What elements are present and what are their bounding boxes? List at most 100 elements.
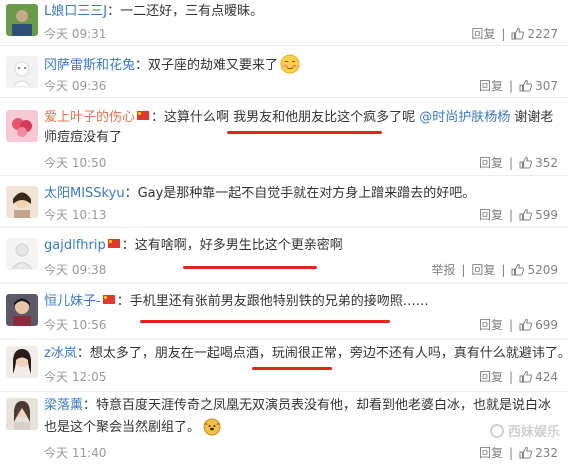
avatar[interactable] bbox=[6, 4, 38, 36]
avatar[interactable] bbox=[6, 238, 38, 270]
timestamp: 今天 10:56 bbox=[44, 318, 107, 332]
reply-button[interactable]: 回复 bbox=[471, 263, 495, 277]
reply-button[interactable]: 回复 bbox=[479, 318, 503, 332]
username-link[interactable]: 梁落薰 bbox=[44, 398, 83, 413]
china-flag-icon bbox=[137, 111, 150, 120]
comment-text: gajdlfhrip ：这有啥啊，好多男生比这个更亲密啊 bbox=[44, 236, 558, 256]
thumbs-up-icon bbox=[511, 27, 525, 40]
avatar[interactable] bbox=[6, 398, 38, 430]
comment-meta: 今天 09:36 回复 | 307 bbox=[44, 79, 558, 93]
comment-meta: 今天 10:56 回复 | 699 bbox=[44, 318, 558, 332]
thumbs-up-icon bbox=[519, 156, 533, 169]
watermark-logo-icon bbox=[489, 423, 504, 438]
china-flag-icon bbox=[107, 239, 120, 248]
comment-meta: 今天 12:05 回复 | 424 bbox=[44, 370, 558, 384]
like-count: 352 bbox=[535, 156, 558, 170]
dog-emoji-icon bbox=[202, 416, 222, 436]
report-button[interactable]: 举报 bbox=[431, 263, 455, 277]
thumbs-up-icon bbox=[519, 79, 533, 92]
timestamp: 今天 10:50 bbox=[44, 156, 107, 170]
like-button[interactable]: 232 bbox=[519, 446, 558, 460]
like-count: 5209 bbox=[527, 263, 558, 277]
comment-body: ：这算什么啊 我男友和他朋友比这个疯多了呢 bbox=[151, 110, 420, 125]
comment-item: L娘口三三J：一二还好，三有点暧昧。 今天 09:31 回复 | 2227 bbox=[0, 0, 568, 46]
timestamp: 今天 09:36 bbox=[44, 79, 107, 93]
reply-button[interactable]: 回复 bbox=[479, 156, 503, 170]
timestamp: 今天 12:05 bbox=[44, 370, 107, 384]
china-flag-icon bbox=[102, 295, 115, 304]
comment-meta: 今天 11:40 回复 | 232 bbox=[44, 446, 558, 460]
comment-text: L娘口三三J：一二还好，三有点暧昧。 bbox=[44, 2, 558, 22]
timestamp: 今天 09:38 bbox=[44, 263, 107, 277]
comment-meta: 今天 10:13 回复 | 599 bbox=[44, 208, 558, 222]
like-button[interactable]: 424 bbox=[519, 370, 558, 384]
comment-text: 恒儿妹子- ：手机里还有张前男友跟他特别铁的兄弟的接吻照…… bbox=[44, 292, 558, 312]
comment-meta: 今天 09:31 回复 | 2227 bbox=[44, 27, 558, 41]
reply-button[interactable]: 回复 bbox=[471, 27, 495, 41]
avatar[interactable] bbox=[6, 346, 38, 378]
thumbs-up-icon bbox=[519, 370, 533, 383]
avatar[interactable] bbox=[6, 110, 38, 142]
comment-item: 梁落薰：特意百度天涯传奇之凤凰无双演员表没有他，却看到他老婆白冰，也就是说白冰也… bbox=[0, 392, 568, 466]
thumbs-up-icon bbox=[511, 263, 525, 276]
comment-body: ：这有啥啊，好多男生比这个更亲密啊 bbox=[121, 238, 343, 253]
comment-text: z冰岚：想太多了，朋友在一起喝点酒，玩闹很正常，旁边不还有人吗，真有什么就避讳了… bbox=[44, 344, 568, 364]
username-link[interactable]: gajdlfhrip bbox=[44, 238, 106, 253]
comment-body: ：Gay是那种靠一起不自觉手就在对方身上蹭来蹭去的好吧。 bbox=[124, 186, 476, 201]
username-link[interactable]: 冈萨雷斯和花兔 bbox=[44, 58, 135, 73]
thumbs-up-icon bbox=[519, 446, 533, 459]
comment-body: ：想太多了，朋友在一起喝点酒，玩闹很正常，旁边不还有人吗，真有什么就避讳了。 bbox=[76, 346, 568, 361]
watermark: 西妹娱乐 bbox=[489, 421, 560, 440]
like-count: 2227 bbox=[527, 27, 558, 41]
username-link[interactable]: L娘口三三J bbox=[44, 4, 107, 19]
comment-text: 太阳MISSkyu：Gay是那种靠一起不自觉手就在对方身上蹭来蹭去的好吧。 bbox=[44, 184, 558, 204]
comment-meta: 今天 09:38 举报 | 回复 | 5209 bbox=[44, 263, 558, 277]
mention-link[interactable]: @时尚护肤杨杨 bbox=[419, 110, 510, 125]
like-button[interactable]: 352 bbox=[519, 156, 558, 170]
red-underline-mark bbox=[227, 131, 382, 134]
reply-button[interactable]: 回复 bbox=[479, 79, 503, 93]
like-button[interactable]: 2227 bbox=[511, 27, 558, 41]
avatar[interactable] bbox=[6, 294, 38, 326]
reply-button[interactable]: 回复 bbox=[479, 446, 503, 460]
watermark-text: 西妹娱乐 bbox=[507, 425, 560, 440]
username-link[interactable]: 爱上叶子的伤心 bbox=[44, 110, 135, 125]
reply-button[interactable]: 回复 bbox=[479, 208, 503, 222]
comment-item: 恒儿妹子- ：手机里还有张前男友跟他特别铁的兄弟的接吻照…… 今天 10:56 回… bbox=[0, 284, 568, 340]
timestamp: 今天 11:40 bbox=[44, 446, 107, 460]
avatar[interactable] bbox=[6, 186, 38, 218]
comment-item: 冈萨雷斯和花兔：双子座的劫难又要来了 今天 09:36 回复 | 307 bbox=[0, 46, 568, 98]
username-link[interactable]: 恒儿妹子- bbox=[44, 294, 101, 309]
avatar[interactable] bbox=[6, 56, 38, 88]
username-link[interactable]: 太阳MISSkyu bbox=[44, 186, 125, 201]
blush-emoji-icon bbox=[280, 54, 300, 74]
timestamp: 今天 09:31 bbox=[44, 27, 107, 41]
comment-text: 爱上叶子的伤心 ：这算什么啊 我男友和他朋友比这个疯多了呢 @时尚护肤杨杨 谢谢老… bbox=[44, 108, 554, 148]
comment-item: 太阳MISSkyu：Gay是那种靠一起不自觉手就在对方身上蹭来蹭去的好吧。 今天… bbox=[0, 176, 568, 228]
comment-item: z冰岚：想太多了，朋友在一起喝点酒，玩闹很正常，旁边不还有人吗，真有什么就避讳了… bbox=[0, 340, 568, 392]
thumbs-up-icon bbox=[519, 208, 533, 221]
comment-text: 冈萨雷斯和花兔：双子座的劫难又要来了 bbox=[44, 54, 558, 76]
comment-body: ：手机里还有张前男友跟他特别铁的兄弟的接吻照…… bbox=[116, 294, 429, 309]
comment-item: 爱上叶子的伤心 ：这算什么啊 我男友和他朋友比这个疯多了呢 @时尚护肤杨杨 谢谢老… bbox=[0, 98, 568, 176]
comment-body: ：特意百度天涯传奇之凤凰无双演员表没有他，却看到他老婆白冰，也就是说白冰也是这个… bbox=[44, 398, 552, 435]
comment-body: ：双子座的劫难又要来了 bbox=[135, 58, 279, 73]
reply-button[interactable]: 回复 bbox=[479, 370, 503, 384]
like-button[interactable]: 307 bbox=[519, 79, 558, 93]
like-count: 307 bbox=[535, 79, 558, 93]
like-count: 232 bbox=[535, 446, 558, 460]
like-button[interactable]: 699 bbox=[519, 318, 558, 332]
username-link[interactable]: z冰岚 bbox=[44, 346, 77, 361]
comment-item: gajdlfhrip ：这有啥啊，好多男生比这个更亲密啊 今天 09:38 举报 |… bbox=[0, 228, 568, 284]
comment-body: ：一二还好，三有点暧昧。 bbox=[107, 4, 264, 19]
thumbs-up-icon bbox=[519, 318, 533, 331]
like-button[interactable]: 5209 bbox=[511, 263, 558, 277]
comment-feed: L娘口三三J：一二还好，三有点暧昧。 今天 09:31 回复 | 2227 冈萨雷斯… bbox=[0, 0, 568, 466]
like-count: 699 bbox=[535, 318, 558, 332]
timestamp: 今天 10:13 bbox=[44, 208, 107, 222]
like-count: 424 bbox=[535, 370, 558, 384]
like-button[interactable]: 599 bbox=[519, 208, 558, 222]
comment-text: 梁落薰：特意百度天涯传奇之凤凰无双演员表没有他，却看到他老婆白冰，也就是说白冰也… bbox=[44, 396, 554, 438]
like-count: 599 bbox=[535, 208, 558, 222]
comment-meta: 今天 10:50 回复 | 352 bbox=[44, 156, 558, 170]
